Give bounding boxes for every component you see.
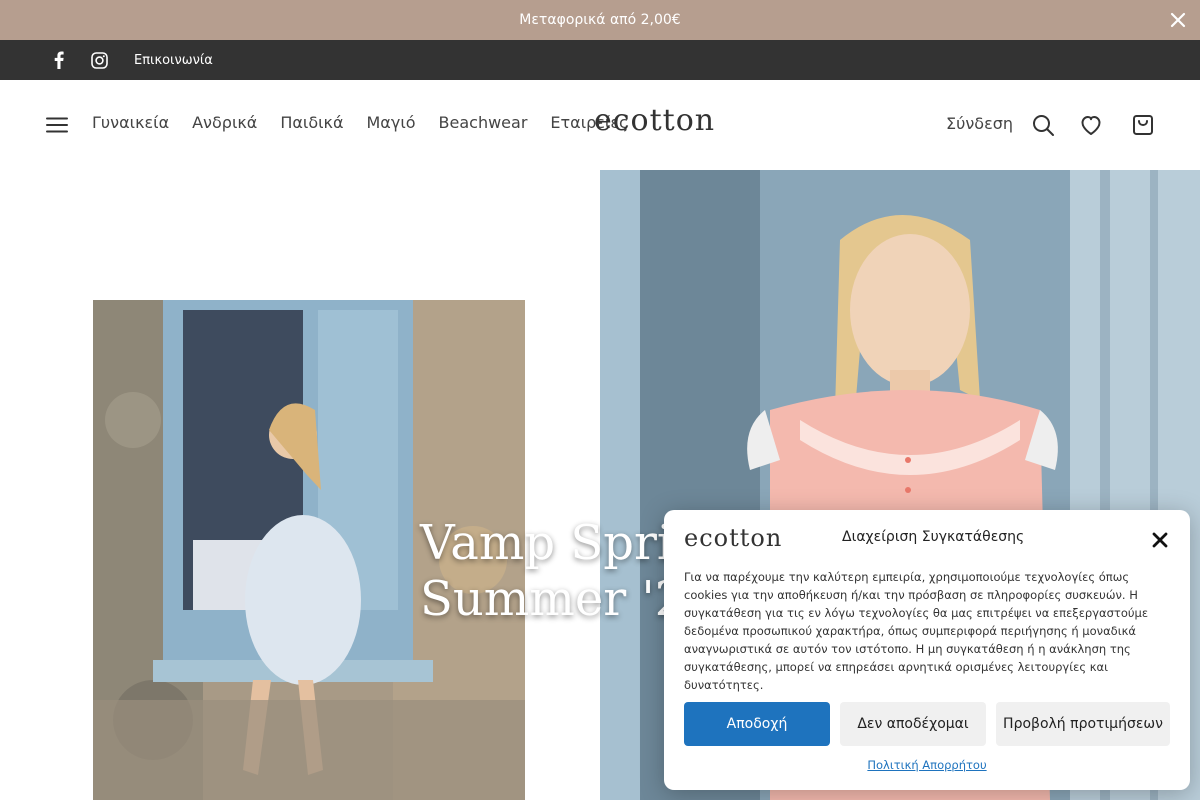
search-icon[interactable]	[1031, 113, 1055, 137]
cookie-logo: ecotton	[684, 524, 783, 552]
nav-item-kids[interactable]: Παιδικά	[280, 113, 343, 132]
nav-item-swimwear[interactable]: Μαγιό	[367, 113, 416, 132]
privacy-policy: Πολιτική Απορρήτου	[664, 758, 1190, 772]
promo-bar: Μεταφορικά από 2,00€	[0, 0, 1200, 40]
main-header: Γυναικεία Ανδρικά Παιδικά Μαγιό Beachwea…	[0, 80, 1200, 170]
privacy-policy-link[interactable]: Πολιτική Απορρήτου	[867, 758, 986, 772]
menu-icon[interactable]	[46, 114, 68, 136]
cart-icon[interactable]	[1131, 113, 1155, 137]
close-icon[interactable]	[1150, 530, 1170, 550]
heart-icon[interactable]	[1079, 113, 1103, 137]
preferences-button[interactable]: Προβολή προτιμήσεων	[996, 702, 1170, 746]
login-link[interactable]: Σύνδεση	[946, 114, 1013, 133]
close-icon[interactable]	[1166, 8, 1190, 32]
cookie-body: Για να παρέχουμε την καλύτερη εμπειρία, …	[684, 570, 1149, 692]
nav-item-women[interactable]: Γυναικεία	[92, 113, 169, 132]
top-bar: Επικοινωνία	[0, 40, 1200, 80]
hero-title: Vamp Sprin Summer '2	[420, 515, 704, 627]
nav-item-beachwear[interactable]: Beachwear	[439, 113, 528, 132]
cookie-consent-dialog: ecotton Διαχείριση Συγκατάθεσης Για να π…	[664, 510, 1190, 790]
contact-link[interactable]: Επικοινωνία	[134, 53, 213, 68]
nav-item-men[interactable]: Ανδρικά	[192, 113, 257, 132]
facebook-icon[interactable]	[50, 51, 68, 69]
deny-button[interactable]: Δεν αποδέχομαι	[840, 702, 986, 746]
promo-text: Μεταφορικά από 2,00€	[519, 12, 681, 28]
site-logo[interactable]: ecotton	[594, 103, 715, 138]
main-nav: Γυναικεία Ανδρικά Παιδικά Μαγιό Beachwea…	[92, 113, 651, 132]
accept-button[interactable]: Αποδοχή	[684, 702, 830, 746]
cookie-title: Διαχείριση Συγκατάθεσης	[842, 529, 1025, 545]
instagram-icon[interactable]	[90, 51, 108, 69]
